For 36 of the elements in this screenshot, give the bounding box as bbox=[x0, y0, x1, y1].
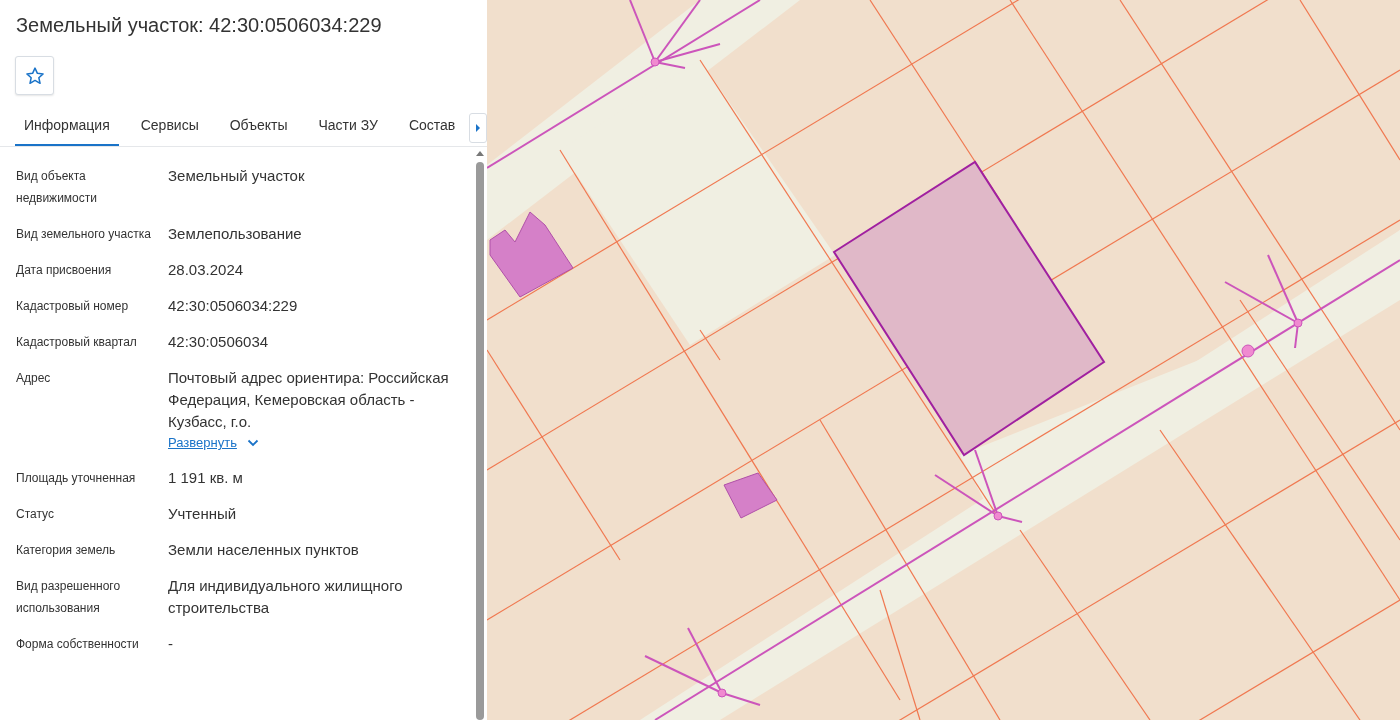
caret-icon bbox=[475, 123, 482, 132]
tab[interactable]: Состав bbox=[399, 109, 465, 146]
field-value: 28.03.2024 bbox=[168, 260, 245, 280]
tab[interactable]: Сервисы bbox=[131, 109, 208, 146]
field-value: 42:30:0506034:229 bbox=[168, 296, 299, 316]
tab[interactable]: Объекты bbox=[220, 109, 297, 146]
field-value: Землепользование bbox=[168, 224, 303, 244]
field-value: Учтенный bbox=[168, 504, 238, 524]
field-label: Статус bbox=[16, 506, 55, 523]
field-value: Земельный участок bbox=[168, 166, 306, 186]
tab[interactable]: Части ЗУ bbox=[309, 109, 387, 146]
map-drawing[interactable] bbox=[487, 0, 1400, 720]
field-label: Адрес bbox=[16, 370, 52, 387]
star-icon bbox=[24, 65, 45, 86]
field-value: Для индивидуального жилищного строительства bbox=[168, 576, 404, 618]
field-label: Вид объекта недвижимости bbox=[16, 168, 98, 207]
field-label: Кадастровый квартал bbox=[16, 334, 138, 351]
field-value: 1 191 кв. м bbox=[168, 468, 244, 488]
scroll-tabs-button[interactable] bbox=[469, 112, 487, 143]
field-label: Форма собственности bbox=[16, 636, 140, 653]
tab[interactable]: Информация bbox=[15, 109, 119, 146]
field-label: Вид земельного участка bbox=[16, 226, 152, 243]
field-label: Кадастровый номер bbox=[16, 298, 130, 315]
field-label: Вид разрешенного использования bbox=[16, 578, 122, 617]
favorite-button[interactable] bbox=[15, 56, 54, 95]
field-value: Земли населенных пунктов bbox=[168, 540, 360, 560]
field-value: Почтовый адрес ориентира: Российская Федерация, Кемеровская область - Кузбасс, г.о. bbox=[168, 368, 450, 432]
scroll-up-icon bbox=[475, 151, 484, 156]
chevron-down-icon bbox=[246, 439, 259, 447]
field-label: Дата присвоения bbox=[16, 262, 113, 279]
field-label: Площадь уточненная bbox=[16, 470, 137, 487]
expand-link[interactable]: Развернуть bbox=[168, 433, 259, 453]
field-value: - bbox=[168, 634, 174, 654]
object-title: Земельный участок: 42:30:0506034:229 bbox=[16, 14, 383, 37]
field-value: 42:30:0506034 bbox=[168, 332, 270, 352]
field-label: Категория земель bbox=[16, 542, 117, 559]
